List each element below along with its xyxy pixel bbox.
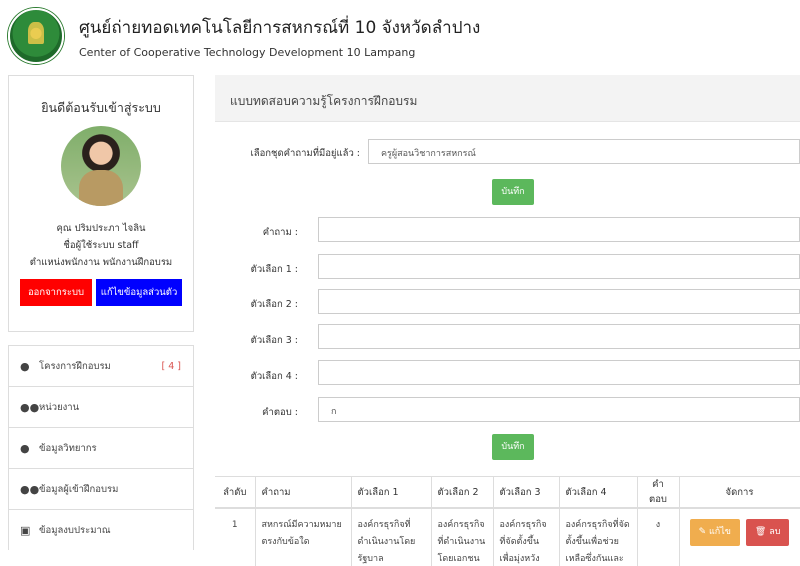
save-preset-button[interactable]: บันทึก	[492, 179, 534, 205]
option3-label: ตัวเลือก 3 :	[250, 335, 298, 346]
col-header-question: คำถาม	[255, 476, 352, 509]
cooperative-logo-icon	[8, 8, 64, 64]
sidebar-item-label: ข้อมูลผู้เข้าฝึกอบรม	[39, 483, 119, 495]
sidebar-item-speakers[interactable]: ● ข้อมูลวิทยากร	[8, 427, 194, 468]
save-question-button[interactable]: บันทึก	[492, 434, 534, 460]
question-input[interactable]	[318, 217, 800, 242]
option2-input[interactable]	[318, 289, 800, 314]
logout-button[interactable]: ออกจากระบบ	[20, 279, 92, 306]
profile-position: ตำแหน่งพนักงาน พนักงานฝึกอบรม	[29, 257, 173, 268]
site-title: ศูนย์ถ่ายทอดเทคโนโลยีการสหกรณ์ที่ 10 จัง…	[79, 18, 481, 38]
table-header-row: ลำดับ คำถาม ตัวเลือก 1 ตัวเลือก 2 ตัวเลื…	[215, 476, 800, 509]
cell-option3: องค์กรธุรกิจที่จัดตั้งขึ้นเพื่อมุ่งหวังก…	[493, 508, 560, 566]
edit-question-button[interactable]: ✎ แก้ไข	[689, 519, 740, 546]
cell-answer: ง	[637, 508, 680, 566]
question-table: ลำดับ คำถาม ตัวเลือก 1 ตัวเลือก 2 ตัวเลื…	[215, 476, 800, 566]
col-header-no: ลำดับ	[215, 476, 256, 509]
profile-username: ชื่อผู้ใช้ระบบ staff	[63, 240, 139, 251]
sidebar-item-agencies[interactable]: ●● หน่วยงาน	[8, 386, 194, 427]
trash-icon: 🗑	[754, 527, 770, 537]
preset-question-select[interactable]: ครูผู้สอนวิชาการสหกรณ์	[368, 139, 800, 164]
question-label: คำถาม :	[262, 227, 298, 238]
cell-option4: องค์กรธุรกิจที่จัดตั้งขึ้นเพื่อช่วยเหลือ…	[559, 508, 638, 566]
col-header-actions: จัดการ	[679, 476, 800, 509]
site-header: ศูนย์ถ่ายทอดเทคโนโลยีการสหกรณ์ที่ 10 จัง…	[0, 0, 800, 72]
delete-label: ลบ	[769, 527, 781, 537]
option1-label: ตัวเลือก 1 :	[250, 264, 298, 275]
col-header-option2: ตัวเลือก 2	[431, 476, 494, 509]
avatar	[61, 126, 141, 206]
preset-label: เลือกชุดคำถามที่มีอยู่แล้ว :	[250, 148, 360, 159]
sidebar-item-trainees[interactable]: ●● ข้อมูลผู้เข้าฝึกอบรม	[8, 468, 194, 509]
edit-label: แก้ไข	[708, 527, 731, 537]
option4-input[interactable]	[318, 360, 800, 385]
col-header-option3: ตัวเลือก 3	[493, 476, 560, 509]
cell-no: 1	[215, 508, 256, 566]
sidebar-item-label: ข้อมูลงบประมาณ	[39, 524, 111, 536]
edit-icon: ✎	[698, 527, 709, 537]
col-header-option1: ตัวเลือก 1	[351, 476, 432, 509]
sidebar-item-label: หน่วยงาน	[39, 401, 80, 413]
edit-profile-button[interactable]: แก้ไขข้อมูลส่วนตัว	[96, 279, 182, 306]
profile-name: คุณ ปริมประภา ไจลิน	[56, 223, 146, 234]
sidebar-menu: ● โครงการฝึกอบรม [ 4 ] ●● หน่วยงาน ● ข้อ…	[8, 345, 194, 550]
users-icon: ●●	[20, 400, 40, 414]
option2-label: ตัวเลือก 2 :	[250, 299, 298, 310]
cell-option1: องค์กรธุรกิจที่ดำเนินงานโดยรัฐบาล	[351, 508, 432, 566]
sidebar-item-label: ข้อมูลวิทยากร	[39, 442, 97, 454]
project-count-badge: [ 4 ]	[161, 360, 182, 372]
user-icon: ●	[20, 441, 30, 455]
delete-question-button[interactable]: 🗑 ลบ	[745, 519, 790, 546]
option1-input[interactable]	[318, 254, 800, 279]
panel-header: แบบทดสอบความรู้โครงการฝึกอบรม	[215, 75, 800, 122]
sidebar-item-training-projects[interactable]: ● โครงการฝึกอบรม [ 4 ]	[8, 345, 194, 386]
table-row: 1 สหกรณ์มีความหมายตรงกับข้อใด องค์กรธุรก…	[215, 508, 800, 566]
user-icon: ●	[20, 359, 30, 373]
col-header-option4: ตัวเลือก 4	[559, 476, 638, 509]
cell-actions: ✎ แก้ไข 🗑 ลบ	[679, 508, 800, 566]
welcome-text: ยินดีต้อนรับเข้าสู่ระบบ	[41, 100, 161, 115]
money-icon: ▣	[20, 523, 31, 537]
sidebar-item-label: โครงการฝึกอบรม	[39, 360, 111, 372]
users-icon: ●●	[20, 482, 40, 496]
page-title: แบบทดสอบความรู้โครงการฝึกอบรม	[230, 94, 418, 108]
col-header-answer: คำตอบ	[637, 476, 680, 509]
option3-input[interactable]	[318, 324, 800, 349]
answer-label: คำตอบ :	[262, 407, 298, 418]
profile-panel: ยินดีต้อนรับเข้าสู่ระบบ คุณ ปริมประภา ไจ…	[8, 75, 194, 332]
site-subtitle: Center of Cooperative Technology Develop…	[79, 46, 416, 59]
option4-label: ตัวเลือก 4 :	[250, 371, 298, 382]
sidebar-item-budget[interactable]: ▣ ข้อมูลงบประมาณ	[8, 509, 194, 550]
cell-option2: องค์กรธุรกิจที่ดำเนินงานโดยเอกชน	[431, 508, 494, 566]
answer-select[interactable]: ก	[318, 397, 800, 422]
cell-question: สหกรณ์มีความหมายตรงกับข้อใด	[255, 508, 352, 566]
